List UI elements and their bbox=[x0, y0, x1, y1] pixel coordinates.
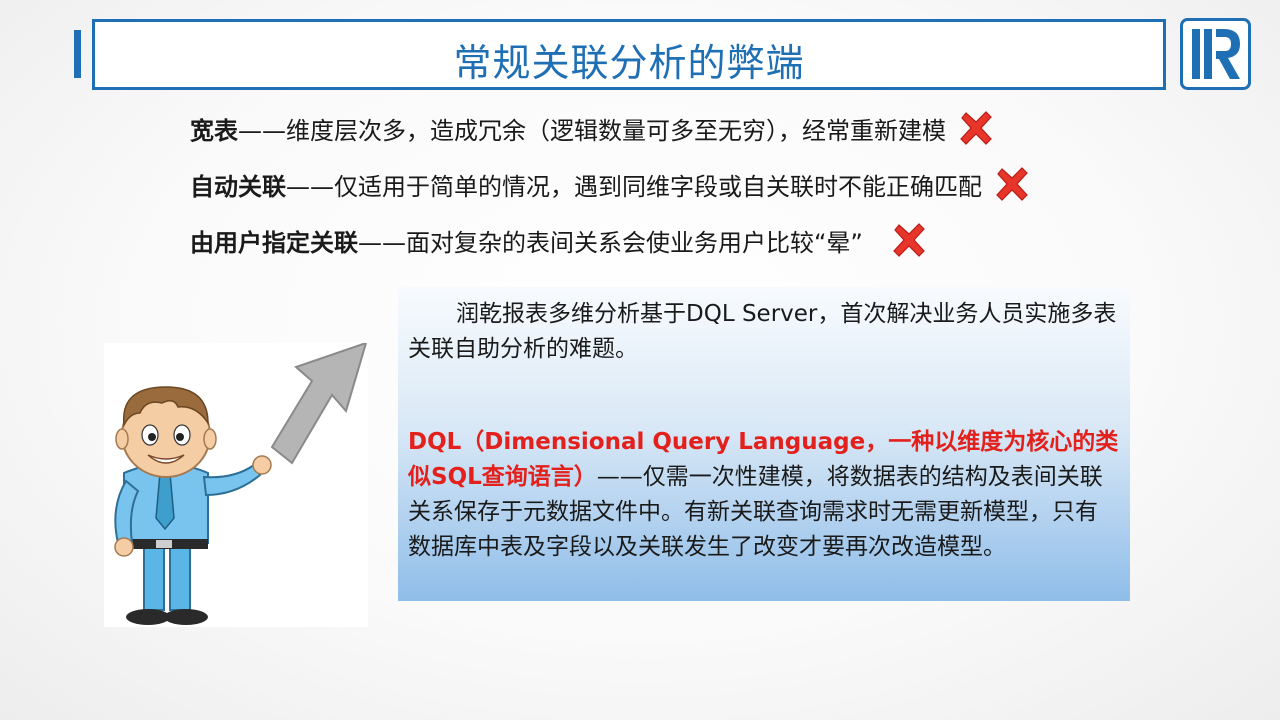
drawback-desc: ——仅适用于简单的情况，遇到同维字段或自关联时不能正确匹配 bbox=[286, 172, 982, 201]
drawback-desc: ——面对复杂的表间关系会使业务用户比较“晕” bbox=[358, 228, 863, 257]
title-accent-bar bbox=[74, 30, 81, 78]
drawback-term: 宽表 bbox=[190, 116, 238, 145]
cartoon-presenter-illustration bbox=[104, 343, 368, 627]
pointer-arrow-icon bbox=[270, 343, 368, 465]
drawback-row-wide-table: 宽表 ——维度层次多，造成冗余（逻辑数量可多至无穷），经常重新建模 bbox=[190, 108, 996, 148]
info-paragraph-dql: DQL（Dimensional Query Language，一种以维度为核心的… bbox=[408, 425, 1120, 565]
drawback-row-user-join: 由用户指定关联 ——面对复杂的表间关系会使业务用户比较“晕” bbox=[190, 220, 929, 260]
brand-logo-icon bbox=[1180, 18, 1251, 90]
drawback-term: 由用户指定关联 bbox=[190, 228, 358, 257]
title-box: 常规关联分析的弊端 bbox=[92, 19, 1166, 90]
drawback-row-auto-join: 自动关联 ——仅适用于简单的情况，遇到同维字段或自关联时不能正确匹配 bbox=[190, 164, 1032, 204]
red-x-icon bbox=[960, 111, 992, 145]
page-title: 常规关联分析的弊端 bbox=[453, 41, 805, 85]
red-x-icon bbox=[996, 167, 1028, 201]
drawback-term: 自动关联 bbox=[190, 172, 286, 201]
drawback-desc: ——维度层次多，造成冗余（逻辑数量可多至无穷），经常重新建模 bbox=[238, 116, 946, 145]
dql-info-panel: 润乾报表多维分析基于DQL Server，首次解决业务人员实施多表关联自助分析的… bbox=[398, 287, 1130, 601]
red-x-icon bbox=[893, 223, 925, 257]
info-paragraph-intro: 润乾报表多维分析基于DQL Server，首次解决业务人员实施多表关联自助分析的… bbox=[408, 301, 1117, 362]
